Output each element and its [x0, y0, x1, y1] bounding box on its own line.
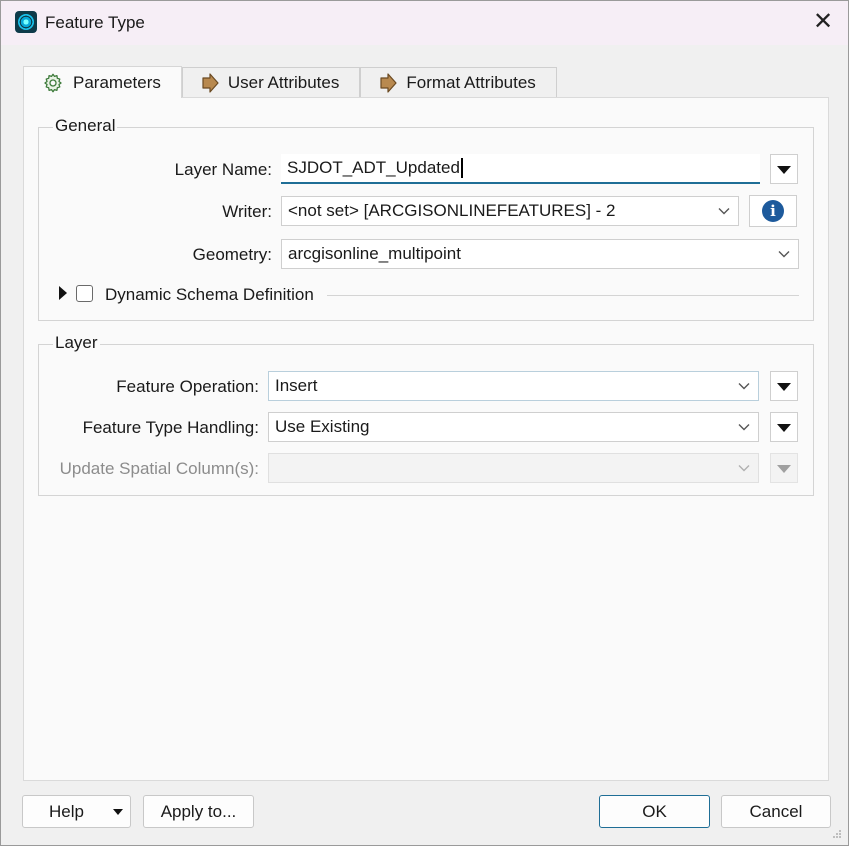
feature-type-handling-menu-button[interactable] — [770, 412, 798, 442]
section-divider — [327, 295, 799, 296]
layer-group: Layer Feature Operation: Insert Feature … — [38, 333, 814, 496]
tab-parameters-label: Parameters — [73, 72, 161, 92]
update-spatial-columns-select[interactable] — [268, 453, 759, 483]
parameters-panel: General Layer Name: SJDOT_ADT_Updated Wr… — [23, 97, 829, 781]
feature-type-handling-value: Use Existing — [275, 417, 370, 436]
update-spatial-columns-label: Update Spatial Column(s): — [59, 459, 259, 478]
ok-button-label: OK — [642, 801, 667, 821]
apply-to-button-label: Apply to... — [160, 801, 237, 821]
resize-grip-icon[interactable] — [832, 829, 842, 839]
writer-value: <not set> [ARCGISONLINEFEATURES] - 2 — [288, 201, 616, 220]
geometry-select[interactable]: arcgisonline_multipoint — [281, 239, 799, 269]
layer-group-label: Layer — [53, 333, 100, 353]
ok-button[interactable]: OK — [599, 795, 710, 828]
info-icon: i — [762, 200, 784, 222]
layer-name-label: Layer Name: — [174, 160, 272, 179]
general-group: General Layer Name: SJDOT_ADT_Updated Wr… — [38, 116, 814, 321]
layer-name-menu-button[interactable] — [770, 154, 798, 184]
chevron-down-icon — [738, 465, 750, 472]
feature-type-dialog: Feature Type ✕ Parameters User Attribute… — [0, 0, 849, 846]
dynamic-schema-label: Dynamic Schema Definition — [105, 285, 314, 304]
feature-operation-select[interactable]: Insert — [268, 371, 759, 401]
feature-operation-label: Feature Operation: — [116, 377, 259, 396]
help-button-label: Help — [49, 801, 84, 821]
tab-user-attributes-label: User Attributes — [227, 72, 340, 92]
cancel-button-label: Cancel — [749, 801, 803, 821]
layer-name-value: SJDOT_ADT_Updated — [287, 158, 460, 177]
tab-bar: Parameters User Attributes Format Attrib… — [23, 66, 557, 98]
tab-format-attributes-label: Format Attributes — [406, 72, 536, 92]
writer-info-button[interactable]: i — [749, 195, 797, 227]
tab-format-attributes[interactable]: Format Attributes — [360, 67, 557, 97]
title-bar: Feature Type ✕ — [1, 1, 848, 45]
arrow-right-icon — [380, 72, 397, 93]
dynamic-schema-checkbox[interactable] — [76, 285, 93, 302]
geometry-value: arcgisonline_multipoint — [288, 244, 461, 263]
chevron-down-icon[interactable] — [113, 809, 123, 815]
gear-icon — [44, 73, 62, 92]
general-group-label: General — [53, 116, 118, 136]
feature-operation-value: Insert — [275, 376, 318, 395]
close-button[interactable]: ✕ — [810, 10, 836, 36]
chevron-down-icon — [738, 383, 750, 390]
layer-name-input[interactable]: SJDOT_ADT_Updated — [281, 154, 760, 184]
feature-type-handling-select[interactable]: Use Existing — [268, 412, 759, 442]
writer-select[interactable]: <not set> [ARCGISONLINEFEATURES] - 2 — [281, 196, 739, 226]
fme-app-icon — [15, 11, 37, 33]
chevron-down-icon — [718, 208, 730, 215]
geometry-label: Geometry: — [192, 245, 272, 264]
cancel-button[interactable]: Cancel — [721, 795, 831, 828]
apply-to-button[interactable]: Apply to... — [143, 795, 254, 828]
text-caret — [460, 158, 463, 178]
help-button[interactable]: Help — [22, 795, 131, 828]
feature-operation-menu-button[interactable] — [770, 371, 798, 401]
window-title: Feature Type — [45, 13, 145, 32]
tab-parameters[interactable]: Parameters — [23, 66, 182, 98]
arrow-right-icon — [202, 72, 219, 93]
feature-type-handling-label: Feature Type Handling: — [82, 418, 259, 437]
update-spatial-columns-menu-button[interactable] — [770, 453, 798, 483]
chevron-down-icon — [778, 251, 790, 258]
chevron-down-icon — [738, 424, 750, 431]
writer-label: Writer: — [222, 202, 272, 221]
tab-user-attributes[interactable]: User Attributes — [181, 67, 361, 97]
expand-triangle-icon[interactable] — [59, 286, 67, 300]
